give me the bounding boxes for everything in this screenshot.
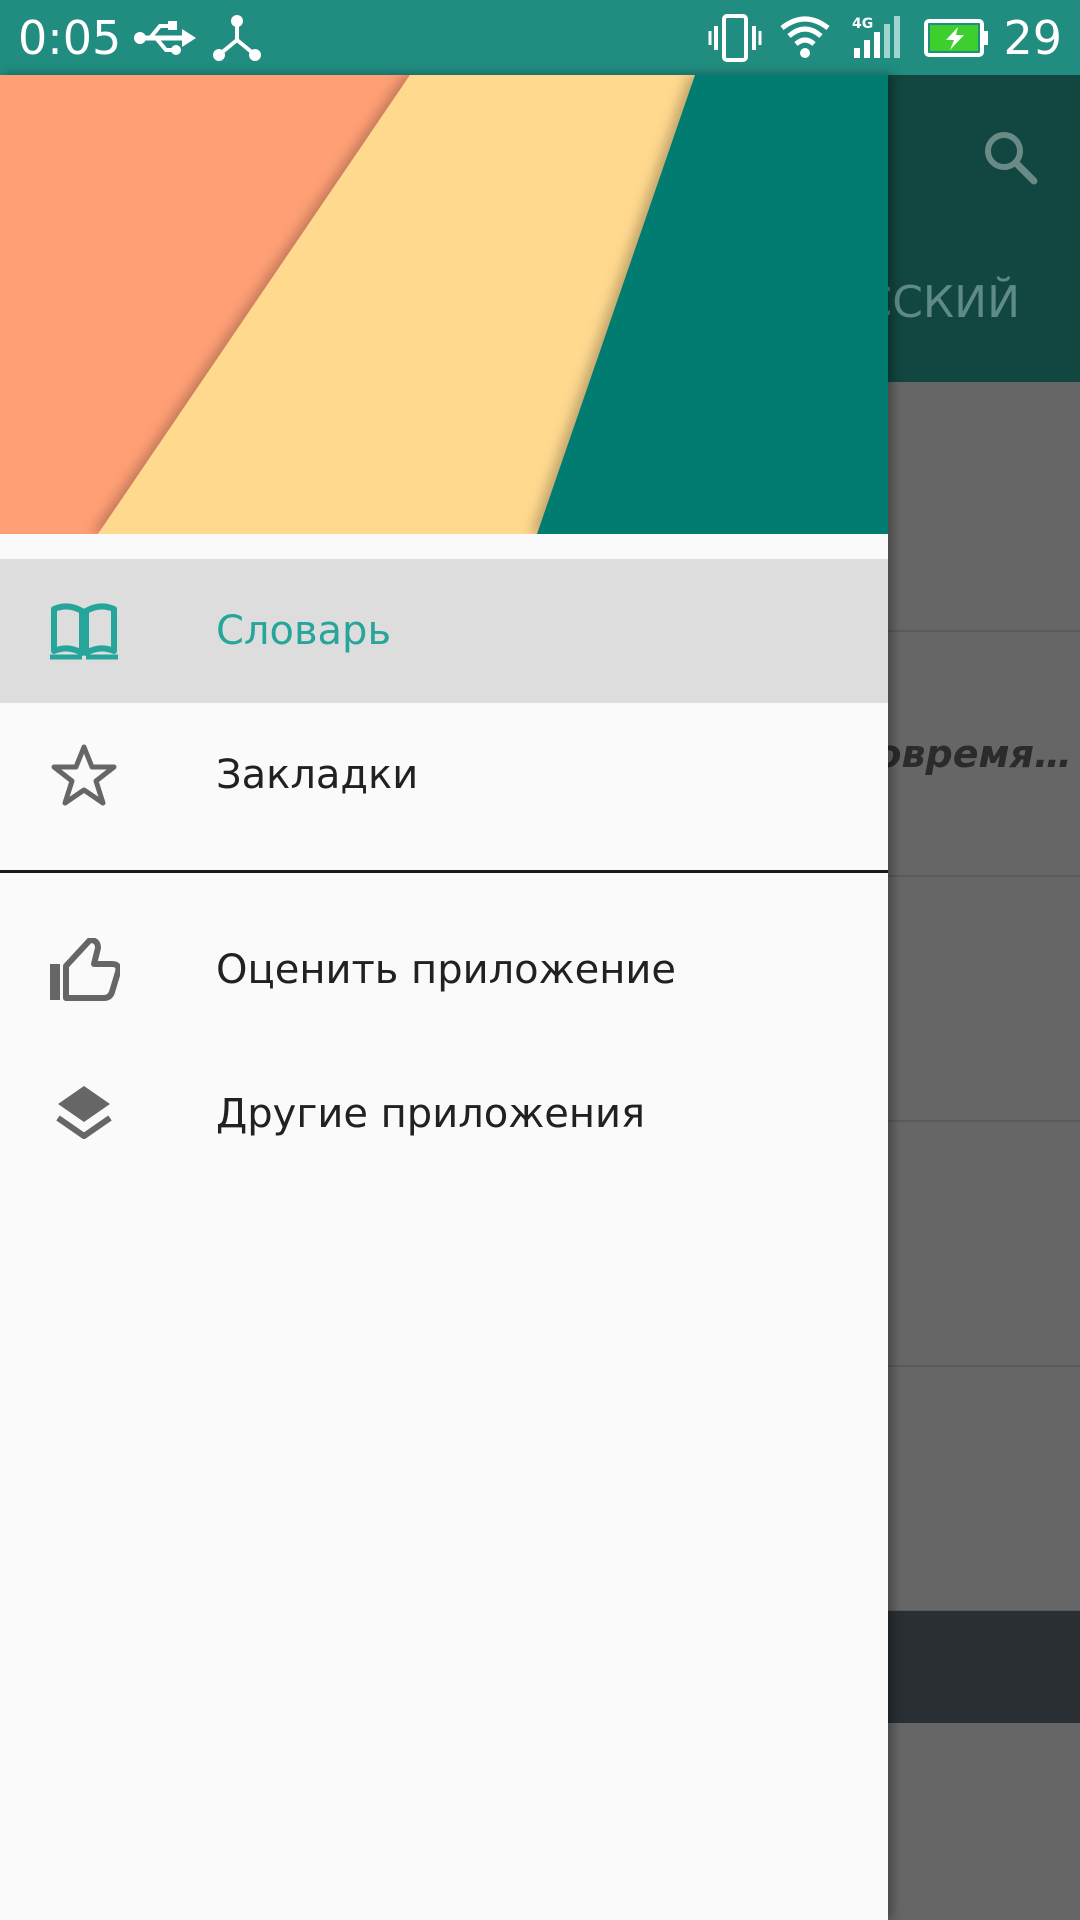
drawer-item-label: Другие приложения <box>216 1091 646 1137</box>
search-icon[interactable] <box>980 127 1040 187</box>
drawer-item-dictionary[interactable]: Словарь <box>0 559 888 703</box>
vibrate-icon <box>708 14 762 62</box>
wifi-icon <box>780 16 830 58</box>
drawer-item-other-apps[interactable]: Другие приложения <box>0 1042 888 1186</box>
battery-charging-icon <box>924 19 988 57</box>
drawer-divider <box>0 870 888 873</box>
signal-4g-icon: 4G <box>852 16 900 58</box>
header-graphic <box>0 75 888 534</box>
svg-text:4G: 4G <box>852 16 873 32</box>
navigation-drawer: Словарь Закладки Оценить приложение Друг… <box>0 75 888 1920</box>
battery-percentage: 29 <box>1003 11 1062 65</box>
status-time: 0:05 <box>18 11 122 65</box>
drawer-item-rate-app[interactable]: Оценить приложение <box>0 898 888 1042</box>
drawer-item-label: Оценить приложение <box>216 947 677 993</box>
status-bar: 0:05 4G 29 <box>0 0 1080 75</box>
share-icon <box>213 15 261 61</box>
star-icon <box>51 744 117 806</box>
drawer-header-image <box>0 75 888 534</box>
book-icon <box>50 603 118 660</box>
thumbs-up-icon <box>50 938 120 1001</box>
usb-icon <box>134 21 196 55</box>
drawer-item-bookmarks[interactable]: Закладки <box>0 703 888 847</box>
layers-icon <box>56 1086 112 1139</box>
drawer-item-label: Закладки <box>216 752 419 798</box>
drawer-item-label: Словарь <box>216 608 392 654</box>
